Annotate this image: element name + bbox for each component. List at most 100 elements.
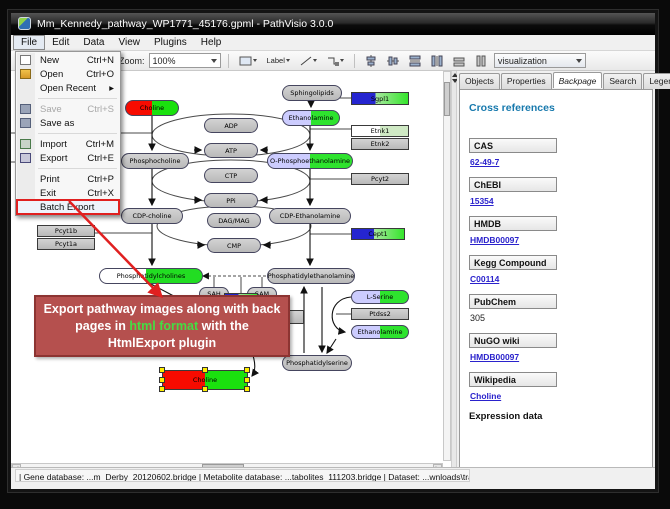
pathway-node-phosphatidylserine[interactable]: Phosphatidylserine xyxy=(282,355,352,371)
tab-search[interactable]: Search xyxy=(603,73,642,89)
pathway-node-ctp[interactable]: CTP xyxy=(204,168,258,183)
common-width-button[interactable] xyxy=(450,53,468,69)
pathway-node-cmp[interactable]: CMP xyxy=(207,238,261,253)
pathway-node-etnk1[interactable]: Etnk1 xyxy=(351,125,409,137)
window-title: Mm_Kennedy_pathway_WP1771_45176.gpml - P… xyxy=(37,18,333,30)
file-menu-item-save[interactable]: SaveCtrl+S xyxy=(17,102,119,116)
new-datanode-button[interactable] xyxy=(236,53,260,69)
file-menu-item-import[interactable]: ImportCtrl+M xyxy=(17,137,119,151)
file-menu-item-save-as[interactable]: Save as xyxy=(17,116,119,130)
selection-handle[interactable] xyxy=(159,367,165,373)
pathway-node-pcyt2[interactable]: Pcyt2 xyxy=(351,173,409,185)
pathway-node-ptdss2[interactable]: Ptdss2 xyxy=(351,308,409,320)
open-icon xyxy=(20,69,31,79)
pathway-node-phosphatidylethanolamine[interactable]: Phosphatidylethanolamine xyxy=(267,268,355,284)
tab-objects[interactable]: Objects xyxy=(459,73,500,89)
import-icon xyxy=(20,139,31,149)
pathway-node-pcyt1b[interactable]: Pcyt1b xyxy=(37,225,95,237)
pathway-node-choline[interactable]: Choline xyxy=(125,100,179,116)
chevron-down-icon xyxy=(576,59,582,63)
callout-highlight-text: html format xyxy=(129,319,198,333)
align-center-y-button[interactable] xyxy=(384,53,402,69)
xref-source-name: CAS xyxy=(469,138,557,153)
pathway-node-sphingolipids[interactable]: Sphingolipids xyxy=(282,85,342,101)
menu-item-data[interactable]: Data xyxy=(76,35,111,50)
title-bar[interactable]: Mm_Kennedy_pathway_WP1771_45176.gpml - P… xyxy=(11,13,655,35)
file-menu-item-open-recent[interactable]: Open Recent▸ xyxy=(17,81,119,95)
menu-shortcut: Ctrl+O xyxy=(86,69,119,80)
menu-item-plugins[interactable]: Plugins xyxy=(147,35,194,50)
common-height-button[interactable] xyxy=(472,53,490,69)
selection-handle[interactable] xyxy=(202,386,208,392)
menu-item-help[interactable]: Help xyxy=(194,35,229,50)
file-menu-item-print[interactable]: PrintCtrl+P xyxy=(17,172,119,186)
xref-link[interactable]: 62-49-7 xyxy=(470,157,644,167)
distribute-vertical-button[interactable] xyxy=(406,53,424,69)
new-icon xyxy=(20,55,31,65)
file-menu-item-batch-export[interactable]: Batch Export xyxy=(17,200,119,214)
canvas-vertical-scrollbar[interactable] xyxy=(443,71,451,461)
pathway-node-phosphatidylcholines[interactable]: Phosphatidylcholines xyxy=(99,268,203,284)
file-menu-item-open[interactable]: OpenCtrl+O xyxy=(17,67,119,81)
new-line-button[interactable] xyxy=(297,53,320,69)
pathway-node-l-serine[interactable]: L-Serine xyxy=(351,290,409,304)
pathway-node-etnk2[interactable]: Etnk2 xyxy=(351,138,409,150)
new-label-button[interactable]: Label xyxy=(264,53,293,69)
pathway-node-cept1[interactable]: Cept1 xyxy=(351,228,405,240)
zoom-combobox[interactable]: 100% xyxy=(149,53,221,68)
align-center-x-icon xyxy=(365,55,377,67)
common-width-icon xyxy=(453,55,465,67)
menu-separator xyxy=(38,130,117,134)
xref-source-name: Wikipedia xyxy=(469,372,557,387)
distribute-horizontal-icon xyxy=(431,55,443,67)
selection-handle[interactable] xyxy=(202,367,208,373)
pathway-node-o-phosphoethanolamine[interactable]: O-Phosphoethanolamine xyxy=(267,153,353,169)
pathway-node-ethanolamine[interactable]: Ethanolamine xyxy=(282,110,340,126)
menu-item-label: Print xyxy=(40,174,60,185)
xref-link[interactable]: Choline xyxy=(470,391,644,401)
annotation-callout: Export pathway images along with back pa… xyxy=(34,295,290,357)
visualization-combobox[interactable]: visualization xyxy=(494,53,586,68)
pathway-node-atp[interactable]: ATP xyxy=(204,143,258,158)
distribute-horizontal-button[interactable] xyxy=(428,53,446,69)
pathway-node-adp[interactable]: ADP xyxy=(204,118,258,133)
pathway-node-pcyt1a[interactable]: Pcyt1a xyxy=(37,238,95,250)
selection-handle[interactable] xyxy=(159,386,165,392)
xref-link[interactable]: 15354 xyxy=(470,196,644,206)
chevron-down-icon xyxy=(286,59,290,62)
menu-shortcut: Ctrl+X xyxy=(87,188,119,199)
menu-item-file[interactable]: File xyxy=(13,35,45,50)
xref-link[interactable]: HMDB00097 xyxy=(470,235,644,245)
tab-legend[interactable]: Legend xyxy=(643,73,670,89)
align-center-x-button[interactable] xyxy=(362,53,380,69)
cross-references-heading: Cross references xyxy=(469,102,644,114)
xref-link[interactable]: C00114 xyxy=(470,274,644,284)
new-connector-button[interactable] xyxy=(324,53,347,69)
pathway-node-phosphocholine[interactable]: Phosphocholine xyxy=(121,153,189,169)
selection-handle[interactable] xyxy=(244,367,250,373)
scrollbar-thumb[interactable] xyxy=(444,82,450,116)
xref-link[interactable]: HMDB00097 xyxy=(470,352,644,362)
menu-item-label: New xyxy=(40,55,59,66)
xref-section: CAS 62-49-7 xyxy=(469,138,644,167)
file-menu-popup: NewCtrl+NOpenCtrl+OOpen Recent▸ SaveCtrl+… xyxy=(15,51,121,216)
selection-handle[interactable] xyxy=(244,386,250,392)
pathway-node-dag-mag[interactable]: DAG/MAG xyxy=(207,213,261,228)
file-menu-item-export[interactable]: ExportCtrl+E xyxy=(17,151,119,165)
file-menu-item-new[interactable]: NewCtrl+N xyxy=(17,53,119,67)
xref-source-name: Kegg Compound xyxy=(469,255,557,270)
pathway-node-cdp-choline[interactable]: CDP-choline xyxy=(121,208,183,224)
menu-item-view[interactable]: View xyxy=(111,35,147,50)
pathway-node-cdp-ethanolamine[interactable]: CDP-Ethanolamine xyxy=(269,208,351,224)
tab-backpage[interactable]: Backpage xyxy=(553,72,603,88)
file-menu-item-exit[interactable]: ExitCtrl+X xyxy=(17,186,119,200)
menu-item-edit[interactable]: Edit xyxy=(45,35,76,50)
backpage-panel: Cross references CAS62-49-7ChEBI15354HMD… xyxy=(459,89,653,473)
selection-handle[interactable] xyxy=(244,377,250,383)
pathway-node-ppi[interactable]: PPi xyxy=(204,193,258,208)
tab-properties[interactable]: Properties xyxy=(501,73,552,89)
pathway-node-choline[interactable]: Choline xyxy=(162,370,248,390)
pathway-node-sgpl1[interactable]: Sgpl1 xyxy=(351,92,409,105)
selection-handle[interactable] xyxy=(159,377,165,383)
pathway-node-ethanolamine[interactable]: Ethanolamine xyxy=(351,325,409,339)
